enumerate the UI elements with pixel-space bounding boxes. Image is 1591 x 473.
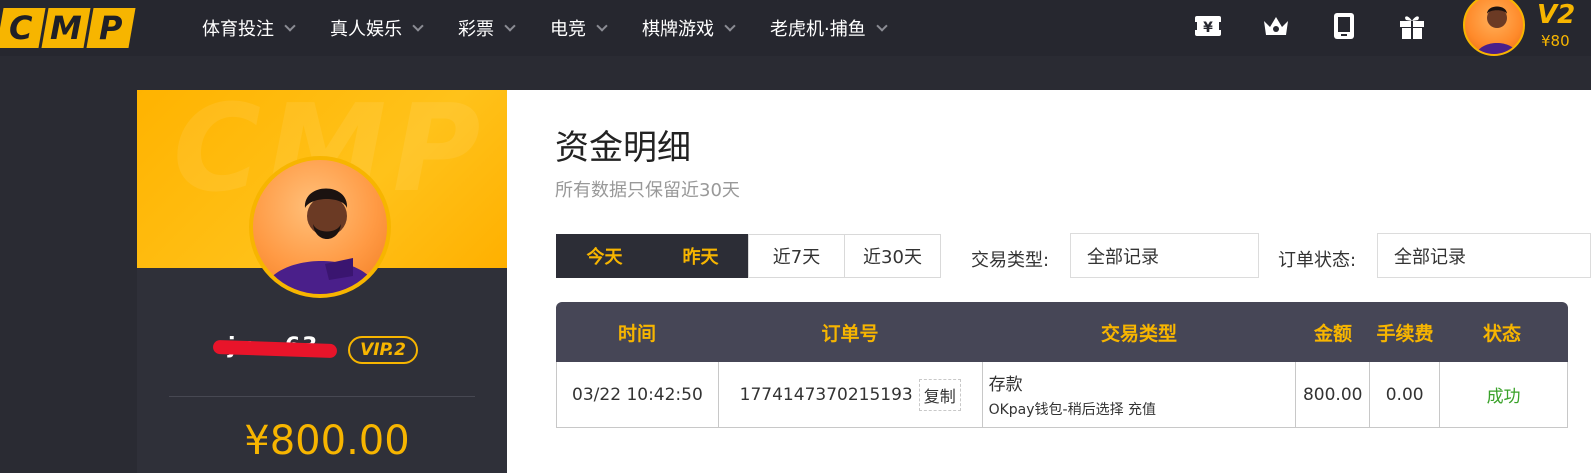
date-range-group: 今天 昨天 近7天 近30天 <box>556 234 941 278</box>
cmp-logo[interactable]: C M P <box>0 8 136 48</box>
nav-item-card-games[interactable]: 棋牌游戏 <box>642 15 736 41</box>
table-header: 时间 订单号 交易类型 金额 手续费 状态 <box>556 302 1568 362</box>
range-30days-button[interactable]: 近30天 <box>844 234 941 278</box>
nav-label: 真人娱乐 <box>330 19 402 40</box>
chevron-down-icon <box>596 19 608 32</box>
gift-icon[interactable] <box>1396 10 1428 42</box>
main-nav: 体育投注 真人娱乐 彩票 电竞 棋牌游戏 老虎机·捕鱼 <box>202 0 922 56</box>
cell-time: 03/22 10:42:50 <box>557 362 719 427</box>
copy-button[interactable]: 复制 <box>918 378 961 411</box>
range-yesterday-button[interactable]: 昨天 <box>652 234 749 278</box>
col-amount: 金额 <box>1313 322 1352 345</box>
balance-short: ¥80 <box>1541 32 1570 50</box>
col-fee: 手续费 <box>1376 322 1434 345</box>
nav-label: 棋牌游戏 <box>642 19 714 40</box>
vip-level-short: V2 <box>1537 0 1576 30</box>
top-bar: C M P 体育投注 真人娱乐 彩票 电竞 棋牌游戏 老虎机·捕鱼 ¥ V2 ¥… <box>0 0 1591 56</box>
nav-item-live-casino[interactable]: 真人娱乐 <box>330 15 424 41</box>
chevron-down-icon <box>412 19 424 32</box>
trade-type-detail: OKpay钱包-稍后选择 充值 <box>988 402 1157 418</box>
logo-letter: P <box>99 9 123 47</box>
nav-label: 彩票 <box>458 19 494 40</box>
order-status-value: 全部记录 <box>1394 246 1466 268</box>
fund-details-panel: 资金明细 所有数据只保留近30天 今天 昨天 近7天 近30天 交易类型: 全部… <box>507 90 1591 473</box>
divider <box>169 396 475 397</box>
nav-item-slots-fishing[interactable]: 老虎机·捕鱼 <box>770 15 888 41</box>
col-trade-type: 交易类型 <box>1100 322 1177 345</box>
range-today-button[interactable]: 今天 <box>556 234 653 278</box>
nav-label: 电竞 <box>550 19 586 40</box>
transactions-table: 时间 订单号 交易类型 金额 手续费 状态 03/22 10:42:50 177… <box>556 302 1568 428</box>
vip-badge: VIP.2 <box>348 336 418 364</box>
col-order-no: 订单号 <box>821 322 879 345</box>
logo-letter: C <box>9 9 33 47</box>
page-subtitle: 所有数据只保留近30天 <box>555 180 740 201</box>
col-status: 状态 <box>1482 322 1521 345</box>
order-status-select[interactable]: 全部记录 <box>1377 233 1591 278</box>
cell-trade-type: 存款 OKpay钱包-稍后选择 充值 <box>983 362 1297 427</box>
yen-card-icon[interactable]: ¥ <box>1192 10 1224 42</box>
chevron-down-icon <box>284 19 296 32</box>
nav-item-esports[interactable]: 电竞 <box>550 15 608 41</box>
cell-fee: 0.00 <box>1370 362 1441 427</box>
nav-item-lottery[interactable]: 彩票 <box>458 15 516 41</box>
crown-icon[interactable] <box>1260 10 1292 42</box>
col-time: 时间 <box>617 322 656 345</box>
cell-status: 成功 <box>1440 362 1568 427</box>
trade-type-value: 全部记录 <box>1087 246 1159 268</box>
range-7days-button[interactable]: 近7天 <box>748 234 845 278</box>
chevron-down-icon <box>504 19 516 32</box>
tablet-icon[interactable] <box>1328 10 1360 42</box>
logo-letter: M <box>50 9 82 47</box>
chevron-down-icon <box>876 19 888 32</box>
trade-type-label: 交易类型: <box>971 250 1050 271</box>
trade-type: 存款 <box>988 375 1023 395</box>
balance-amount: ¥800.00 <box>244 418 410 464</box>
logo-tile: M <box>41 8 91 48</box>
nav-label: 体育投注 <box>202 19 274 40</box>
logo-tile: P <box>86 8 136 48</box>
page-title: 资金明细 <box>555 128 691 168</box>
top-icon-group: ¥ <box>1192 10 1464 42</box>
avatar[interactable] <box>1463 0 1525 56</box>
cell-order-no: 1774147370215193 复制 <box>719 362 983 427</box>
chevron-down-icon <box>724 19 736 32</box>
table-row: 03/22 10:42:50 1774147370215193 复制 存款 OK… <box>556 362 1568 428</box>
order-status-label: 订单状态: <box>1278 250 1357 271</box>
svg-text:¥: ¥ <box>1203 20 1213 36</box>
logo-tile: C <box>0 8 46 48</box>
profile-avatar[interactable] <box>249 156 391 298</box>
order-number: 1774147370215193 <box>739 384 913 405</box>
nav-label: 老虎机·捕鱼 <box>770 19 866 40</box>
profile-panel: CMP cjx···63 VIP.2 ¥800.00 <box>137 90 507 473</box>
nav-item-sports[interactable]: 体育投注 <box>202 15 296 41</box>
cell-amount: 800.00 <box>1296 362 1371 427</box>
trade-type-select[interactable]: 全部记录 <box>1070 233 1259 278</box>
